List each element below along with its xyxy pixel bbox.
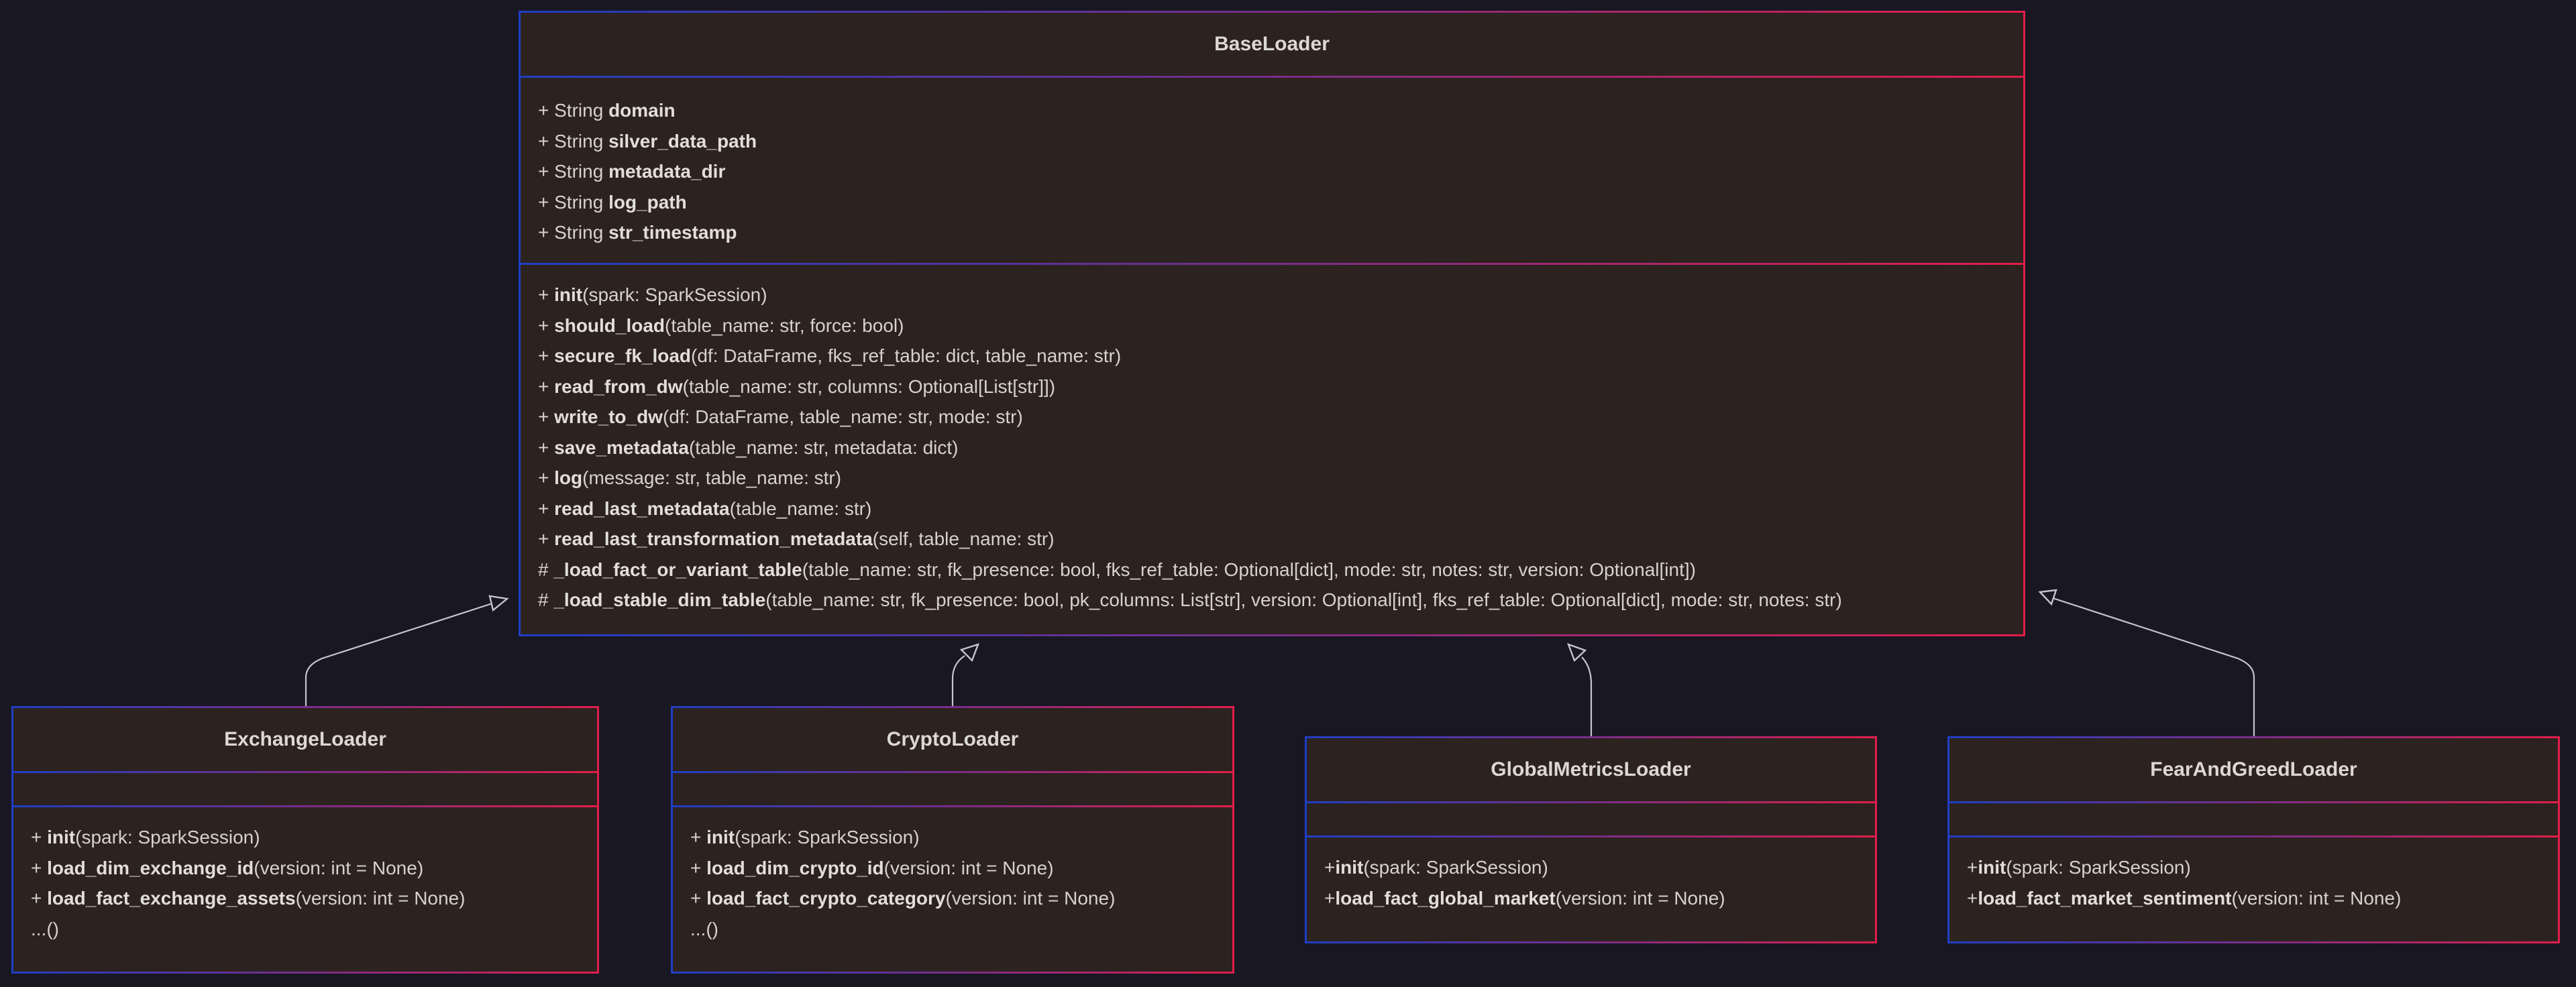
method: + should_load(table_name: str, force: bo… <box>538 314 904 336</box>
class-cryptoloader[interactable]: CryptoLoader + init(spark: SparkSession)… <box>671 706 1234 974</box>
method: + write_to_dw(df: DataFrame, table_name:… <box>538 406 1023 427</box>
class-name: GlobalMetricsLoader <box>1307 738 1875 801</box>
class-title: CryptoLoader <box>886 728 1019 750</box>
inheritance-arrowhead <box>959 643 979 662</box>
method: +init(spark: SparkSession) <box>1967 857 2191 878</box>
class-name: BaseLoader <box>521 13 2023 76</box>
methods-section: +init(spark: SparkSession) +load_fact_gl… <box>1307 837 1875 941</box>
methods-section: +init(spark: SparkSession) +load_fact_ma… <box>1949 837 2558 941</box>
attribute: + String domain <box>538 100 676 121</box>
class-globalmetricsloader[interactable]: GlobalMetricsLoader +init(spark: SparkSe… <box>1305 736 1877 943</box>
class-fearandgreedloader[interactable]: FearAndGreedLoader +init(spark: SparkSes… <box>1947 736 2560 943</box>
class-exchangeloader[interactable]: ExchangeLoader + init(spark: SparkSessio… <box>11 706 599 974</box>
method: + load_fact_crypto_category(version: int… <box>690 888 1116 909</box>
attributes-section <box>1307 803 1875 835</box>
inheritance-arrowhead <box>1566 642 1587 662</box>
method: +init(spark: SparkSession) <box>1324 857 1548 878</box>
method: + secure_fk_load(df: DataFrame, fks_ref_… <box>538 345 1122 366</box>
class-title: FearAndGreedLoader <box>2150 758 2357 780</box>
class-name: FearAndGreedLoader <box>1949 738 2558 801</box>
method: + read_last_transformation_metadata(self… <box>538 528 1055 549</box>
inheritance-arrowhead <box>2038 589 2057 606</box>
edge-fear-to-base <box>2052 597 2255 738</box>
method: ...() <box>690 918 718 939</box>
method: + save_metadata(table_name: str, metadat… <box>538 437 959 458</box>
attributes-section <box>13 773 597 805</box>
method: + load_dim_crypto_id(version: int = None… <box>690 857 1054 878</box>
attribute: + String silver_data_path <box>538 130 757 152</box>
class-baseloader[interactable]: BaseLoader + String domain + String silv… <box>519 11 2025 636</box>
class-name: ExchangeLoader <box>13 708 597 771</box>
class-title: BaseLoader <box>1214 33 1330 55</box>
methods-section: + init(spark: SparkSession) + load_dim_c… <box>673 807 1232 972</box>
attribute: + String str_timestamp <box>538 222 737 243</box>
methods-section: + init(spark: SparkSession) + should_loa… <box>521 265 2023 634</box>
inheritance-arrowhead <box>488 595 509 612</box>
method: + log(message: str, table_name: str) <box>538 467 842 488</box>
edge-global-to-base <box>1581 656 1593 738</box>
class-title: GlobalMetricsLoader <box>1491 758 1691 780</box>
attribute: + String metadata_dir <box>538 161 726 182</box>
method: + load_dim_exchange_id(version: int = No… <box>31 857 424 878</box>
methods-section: + init(spark: SparkSession) + load_dim_e… <box>13 807 597 972</box>
method: + load_fact_exchange_assets(version: int… <box>31 888 466 909</box>
method: # _load_stable_dim_table(table_name: str… <box>538 589 1842 610</box>
method: # _load_fact_or_variant_table(table_name… <box>538 559 1696 580</box>
method: ...() <box>31 918 59 939</box>
edge-crypto-to-base <box>951 655 965 707</box>
method: + read_last_metadata(table_name: str) <box>538 498 872 519</box>
method: + init(spark: SparkSession) <box>31 827 260 848</box>
attributes-section <box>1949 803 2558 835</box>
method: + read_from_dw(table_name: str, columns:… <box>538 375 1056 397</box>
method: + init(spark: SparkSession) <box>538 284 767 305</box>
edge-exchange-to-base <box>305 601 497 707</box>
method: +load_fact_global_market(version: int = … <box>1324 887 1725 909</box>
class-name: CryptoLoader <box>673 708 1232 771</box>
method: + init(spark: SparkSession) <box>690 827 920 848</box>
class-title: ExchangeLoader <box>224 728 386 750</box>
attributes-section <box>673 773 1232 805</box>
method: +load_fact_market_sentiment(version: int… <box>1967 887 2402 909</box>
attribute: + String log_path <box>538 191 687 213</box>
attributes-section: + String domain + String silver_data_pat… <box>521 78 2023 263</box>
